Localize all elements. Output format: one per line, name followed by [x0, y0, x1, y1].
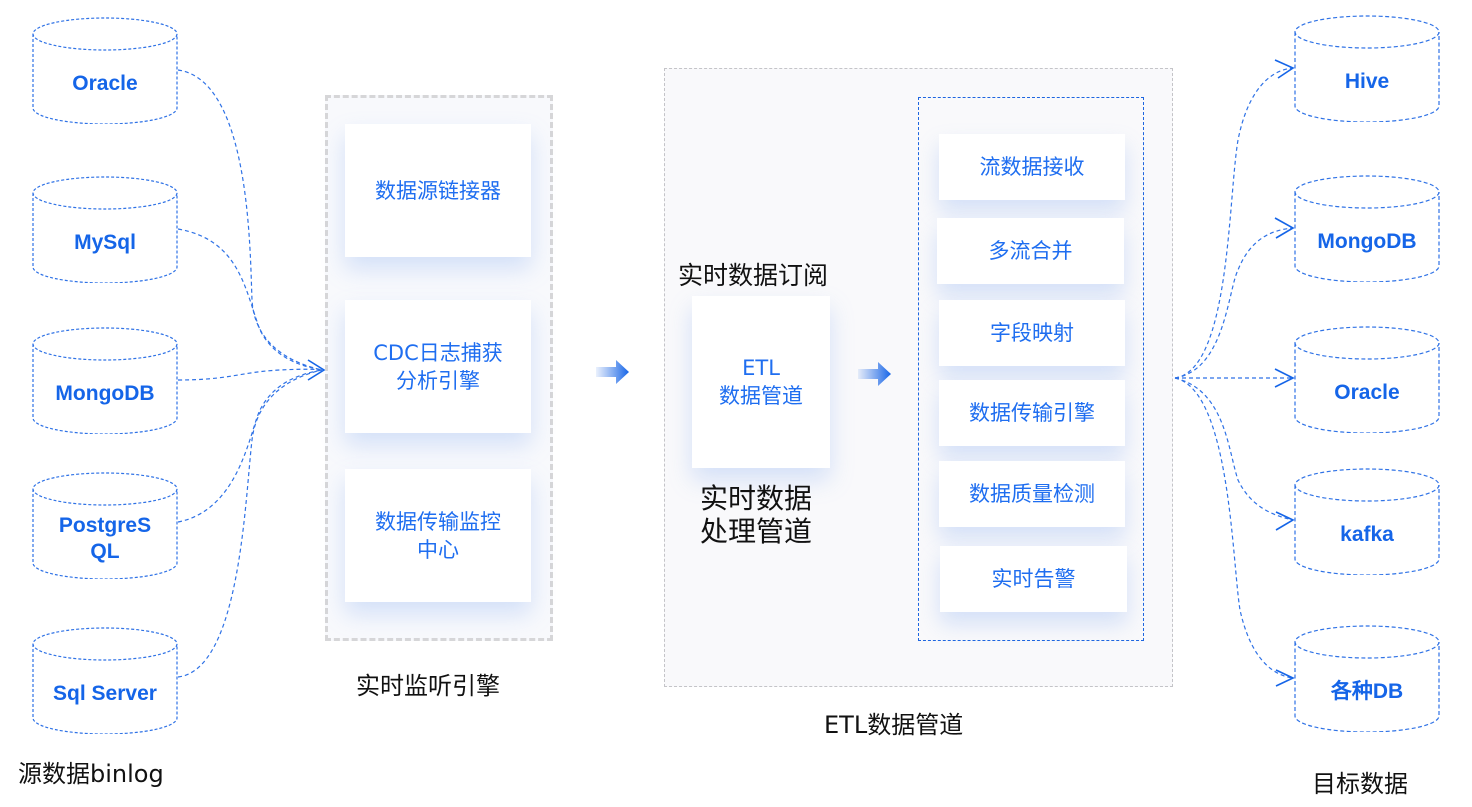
- flow-arrow-icon: [858, 362, 891, 386]
- etl-subscribe-label: 实时数据订阅: [678, 261, 829, 290]
- flow-arrow-icon: [596, 360, 629, 384]
- target-db-kafka: kafka: [1293, 467, 1441, 575]
- target-label: kafka: [1340, 523, 1394, 546]
- listener-card-cdc: CDC日志捕获 分析引擎: [345, 300, 531, 433]
- etl-step-card: 字段映射: [939, 300, 1125, 366]
- source-label: Sql Server: [53, 682, 157, 705]
- etl-step-card: 数据质量检测: [939, 461, 1125, 527]
- listener-card-connector: 数据源链接器: [345, 124, 531, 257]
- source-label: PostgreS QL: [58, 514, 152, 563]
- wire-mysql-source: [177, 228, 323, 371]
- target-db-various: 各种DB: [1293, 624, 1441, 732]
- target-label: MongoDB: [1317, 230, 1417, 253]
- sources-caption: 源数据binlog: [18, 760, 164, 788]
- source-db-postgresql: PostgreS QL: [31, 471, 179, 579]
- etl-step-card: 多流合并: [937, 218, 1124, 284]
- target-db-hive: Hive: [1293, 14, 1441, 122]
- targets-caption: 目标数据: [1312, 770, 1408, 798]
- etl-caption: ETL数据管道: [824, 711, 964, 739]
- source-label: Oracle: [72, 72, 138, 95]
- etl-step-card: 流数据接收: [939, 134, 1125, 200]
- arrowhead-mongodb: [1274, 217, 1295, 239]
- etl-pipeline-caption: 实时数据 处理管道: [700, 482, 813, 548]
- source-db-mysql: MySql: [31, 175, 179, 283]
- etl-step-card: 实时告警: [940, 546, 1127, 612]
- arrowhead-kafka: [1275, 511, 1295, 531]
- source-db-sqlserver: Sql Server: [31, 626, 179, 734]
- source-label: MongoDB: [55, 382, 155, 405]
- wire-mongodb-target: [1174, 227, 1294, 379]
- wire-postgres-source: [177, 369, 323, 523]
- target-label: 各种DB: [1330, 680, 1404, 703]
- arrowhead-hive: [1274, 59, 1295, 79]
- source-db-oracle: Oracle: [31, 16, 179, 124]
- wire-db-target: [1174, 377, 1294, 679]
- target-db-oracle: Oracle: [1293, 325, 1441, 433]
- listener-card-monitor: 数据传输监控 中心: [345, 469, 531, 602]
- source-label: MySql: [74, 231, 136, 254]
- etl-pipeline-card: ETL 数据管道: [692, 296, 830, 468]
- target-label: Hive: [1344, 70, 1390, 93]
- wire-kafka-target: [1174, 377, 1294, 521]
- target-label: Oracle: [1334, 381, 1400, 404]
- arrowhead-oracle: [1274, 368, 1295, 388]
- source-db-mongodb: MongoDB: [31, 326, 179, 434]
- target-db-mongodb: MongoDB: [1293, 174, 1441, 282]
- wire-oracle-source: [177, 69, 323, 371]
- arrowhead-merge: [307, 359, 326, 381]
- wire-mongodb-source: [177, 368, 323, 381]
- wire-hive-target: [1174, 67, 1294, 379]
- wire-sqlserver-source: [177, 369, 323, 678]
- listener-caption: 实时监听引擎: [356, 672, 500, 700]
- arrowhead-db: [1275, 669, 1295, 687]
- etl-step-card: 数据传输引擎: [939, 380, 1125, 446]
